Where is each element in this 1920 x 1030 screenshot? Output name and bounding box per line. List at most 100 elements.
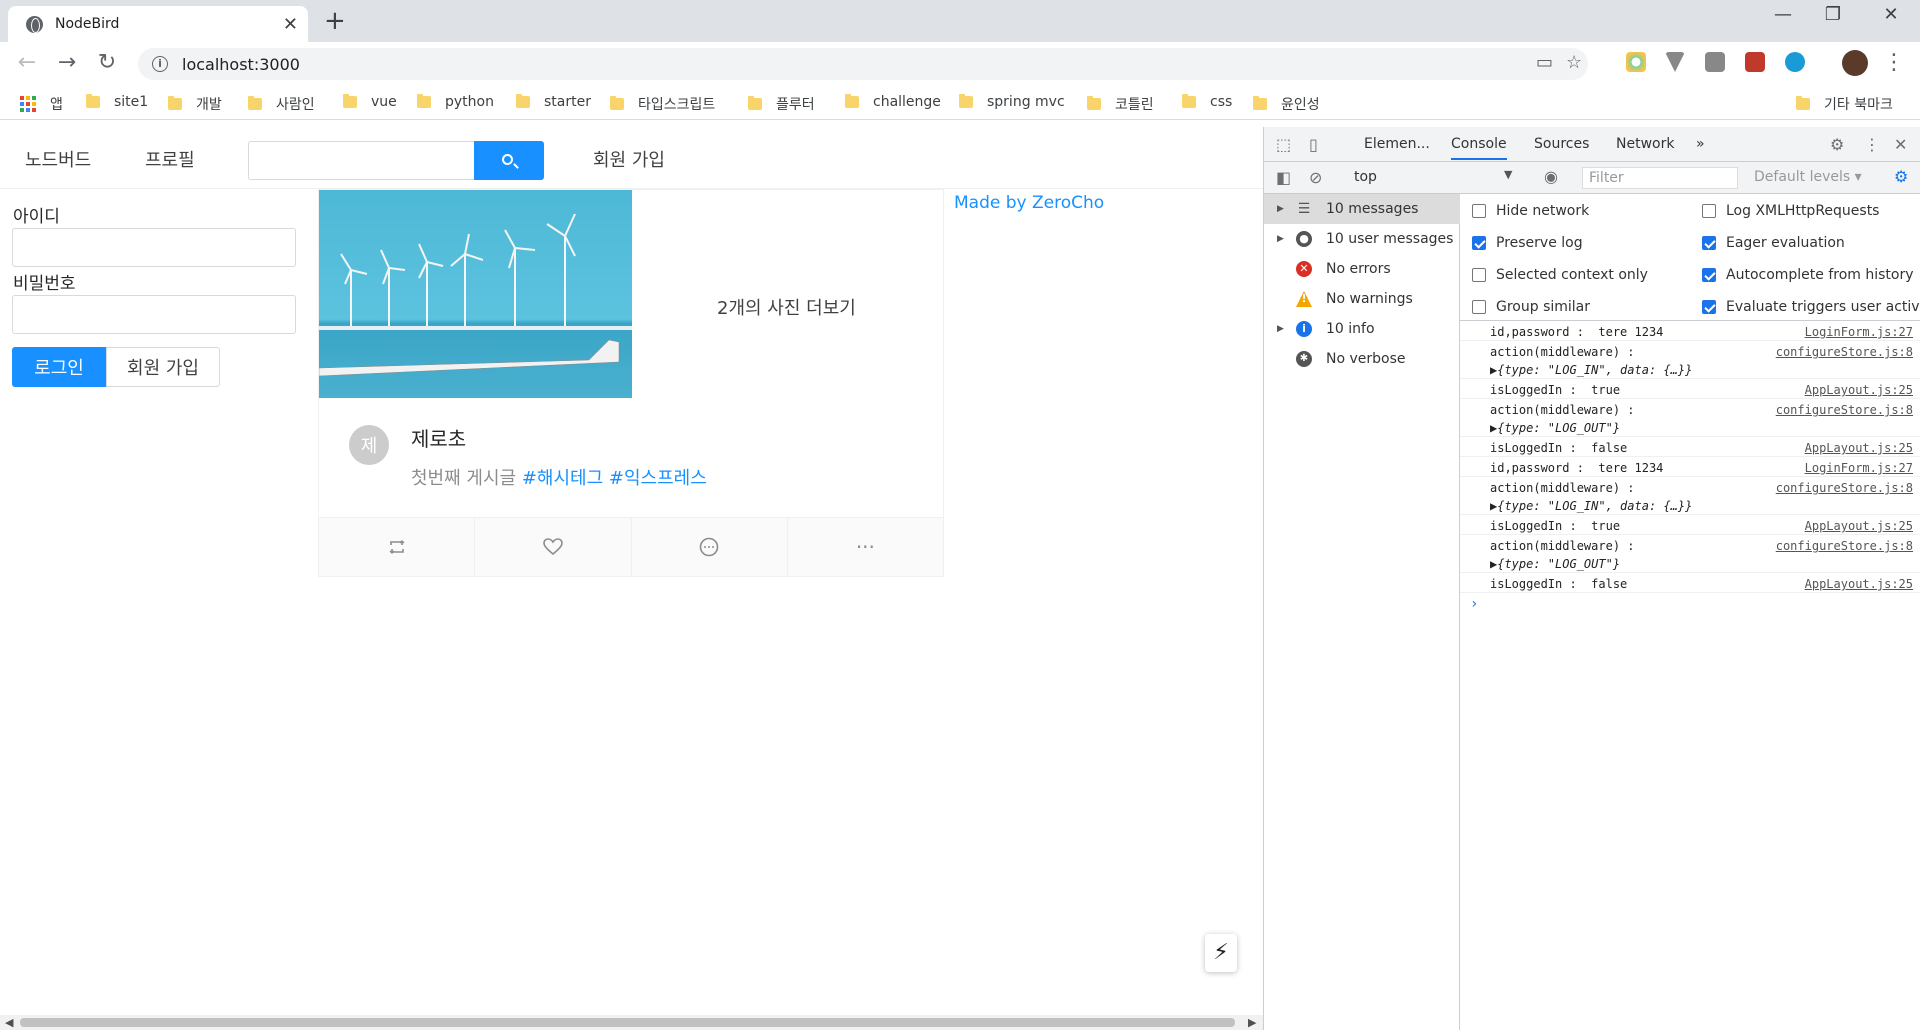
- other-bookmarks-folder[interactable]: 기타 북마크: [1796, 94, 1893, 114]
- sidebar-item-info[interactable]: ▶ i 10 info: [1264, 314, 1460, 344]
- context-select[interactable]: top: [1354, 169, 1377, 185]
- log-source-link[interactable]: AppLayout.js:25: [1805, 577, 1913, 591]
- expand-icon[interactable]: ▶: [1277, 234, 1284, 244]
- password-input[interactable]: [12, 295, 296, 334]
- tab-console[interactable]: Console: [1451, 136, 1507, 160]
- preserve-log-checkbox[interactable]: Preserve log: [1472, 235, 1583, 251]
- bookmark-folder[interactable]: python: [417, 94, 494, 110]
- group-similar-checkbox[interactable]: Group similar: [1472, 299, 1590, 315]
- log-source-link[interactable]: AppLayout.js:25: [1805, 519, 1913, 533]
- comment-button[interactable]: [632, 518, 788, 576]
- tab-network[interactable]: Network: [1616, 136, 1674, 152]
- bookmark-folder[interactable]: css: [1182, 94, 1232, 110]
- bookmark-folder[interactable]: spring mvc: [959, 94, 1065, 110]
- address-bar[interactable]: i localhost:3000 ▭ ☆: [138, 48, 1588, 80]
- checkbox-box[interactable]: [1702, 268, 1716, 282]
- hide-network-checkbox[interactable]: Hide network: [1472, 203, 1589, 219]
- bookmark-folder[interactable]: 코틀린: [1087, 94, 1154, 114]
- log-source-link[interactable]: AppLayout.js:25: [1805, 383, 1913, 397]
- profile-avatar[interactable]: [1842, 50, 1868, 76]
- log-source-link[interactable]: configureStore.js:8: [1776, 403, 1913, 417]
- vue-devtools-icon[interactable]: [1665, 52, 1685, 72]
- chevron-down-icon[interactable]: ▼: [1504, 168, 1512, 181]
- checkbox-box[interactable]: [1702, 236, 1716, 250]
- lightning-icon[interactable]: ⚡: [1205, 934, 1237, 972]
- checkbox-box[interactable]: [1472, 204, 1486, 218]
- extension-icon[interactable]: [1785, 52, 1805, 72]
- extension-icon[interactable]: [1626, 52, 1646, 72]
- tab-close-button[interactable]: ✕: [283, 14, 298, 35]
- clear-console-icon[interactable]: ⊘: [1309, 168, 1322, 187]
- checkbox-box[interactable]: [1702, 300, 1716, 314]
- gear-icon[interactable]: ⚙: [1830, 135, 1844, 154]
- eye-icon[interactable]: ◉: [1544, 167, 1558, 186]
- kebab-menu-icon[interactable]: ⋮: [1880, 50, 1908, 75]
- log-source-link[interactable]: configureStore.js:8: [1776, 481, 1913, 495]
- checkbox-box[interactable]: [1472, 268, 1486, 282]
- eager-evaluation-checkbox[interactable]: Eager evaluation: [1702, 235, 1845, 251]
- new-tab-button[interactable]: +: [324, 6, 346, 36]
- signup-button[interactable]: 회원 가입: [106, 347, 220, 387]
- log-source-link[interactable]: configureStore.js:8: [1776, 539, 1913, 553]
- login-button[interactable]: 로그인: [12, 347, 106, 387]
- log-xhr-checkbox[interactable]: Log XMLHttpRequests: [1702, 203, 1879, 219]
- retweet-button[interactable]: [319, 518, 476, 576]
- log-object[interactable]: ▶{type: "LOG_IN", data: {…}}: [1490, 363, 1692, 377]
- cast-icon[interactable]: ▭: [1536, 52, 1553, 73]
- like-button[interactable]: [475, 518, 632, 576]
- star-icon[interactable]: ☆: [1566, 52, 1582, 73]
- post-image[interactable]: [319, 190, 632, 398]
- forward-icon[interactable]: →: [53, 50, 81, 75]
- console-settings-icon[interactable]: ⚙: [1894, 167, 1908, 186]
- log-object[interactable]: ▶{type: "LOG_OUT"}: [1490, 421, 1620, 435]
- tab-sources[interactable]: Sources: [1534, 136, 1589, 152]
- sidebar-item-messages[interactable]: ▶ ☰ 10 messages: [1264, 194, 1460, 224]
- browser-tab[interactable]: NodeBird ✕: [8, 6, 308, 42]
- log-source-link[interactable]: LoginForm.js:27: [1805, 461, 1913, 475]
- checkbox-box[interactable]: [1702, 204, 1716, 218]
- log-object[interactable]: ▶{type: "LOG_OUT"}: [1490, 557, 1620, 571]
- tab-elements[interactable]: Elemen...: [1364, 136, 1430, 152]
- log-object[interactable]: ▶{type: "LOG_IN", data: {…}}: [1490, 499, 1692, 513]
- close-icon[interactable]: ✕: [1894, 135, 1907, 154]
- minimize-button[interactable]: —: [1758, 4, 1808, 25]
- info-icon[interactable]: i: [152, 56, 168, 72]
- bookmark-folder[interactable]: 윤인성: [1253, 94, 1320, 114]
- checkbox-box[interactable]: [1472, 300, 1486, 314]
- made-by-link[interactable]: Made by ZeroCho: [954, 193, 1104, 213]
- hashtag-link[interactable]: #익스프레스: [609, 468, 707, 489]
- back-icon[interactable]: ←: [13, 50, 41, 75]
- camera-icon[interactable]: [1705, 52, 1725, 72]
- menu-signup-link[interactable]: 회원 가입: [593, 146, 665, 172]
- levels-dropdown[interactable]: Default levels ▾: [1754, 169, 1862, 185]
- bookmark-folder[interactable]: starter: [516, 94, 591, 110]
- search-input[interactable]: [248, 141, 474, 180]
- sidebar-toggle-icon[interactable]: ◧: [1276, 168, 1291, 187]
- sidebar-item-warnings[interactable]: ! No warnings: [1264, 284, 1460, 314]
- search-button[interactable]: [474, 141, 544, 180]
- log-source-link[interactable]: configureStore.js:8: [1776, 345, 1913, 359]
- sidebar-item-user-messages[interactable]: ▶ ● 10 user messages: [1264, 224, 1460, 254]
- sidebar-item-verbose[interactable]: ✱ No verbose: [1264, 344, 1460, 374]
- bookmark-folder[interactable]: site1: [86, 94, 148, 110]
- sidebar-item-errors[interactable]: ✕ No errors: [1264, 254, 1460, 284]
- log-source-link[interactable]: AppLayout.js:25: [1805, 441, 1913, 455]
- kebab-menu-icon[interactable]: ⋮: [1864, 135, 1880, 154]
- maximize-button[interactable]: ❐: [1808, 4, 1858, 25]
- hashtag-link[interactable]: #해시테그: [522, 468, 603, 489]
- scrollbar-thumb[interactable]: [20, 1018, 1235, 1027]
- console-prompt[interactable]: ›: [1470, 596, 1478, 612]
- device-toggle-icon[interactable]: ▯: [1309, 135, 1318, 154]
- selected-context-checkbox[interactable]: Selected context only: [1472, 267, 1648, 283]
- menu-home-link[interactable]: 노드버드: [25, 146, 91, 172]
- inspect-icon[interactable]: ⬚: [1276, 135, 1291, 154]
- more-photos-link[interactable]: 2개의 사진 더보기: [717, 294, 856, 320]
- bookmark-folder[interactable]: 개발: [168, 94, 222, 114]
- apps-bookmark[interactable]: 앱: [20, 94, 63, 114]
- extension-icon[interactable]: [1745, 52, 1765, 72]
- scroll-left-icon[interactable]: ◀: [5, 1016, 13, 1029]
- more-options-button[interactable]: ···: [788, 518, 943, 576]
- checkbox-box[interactable]: [1472, 236, 1486, 250]
- reload-icon[interactable]: ↻: [93, 50, 121, 75]
- scroll-right-icon[interactable]: ▶: [1248, 1016, 1256, 1029]
